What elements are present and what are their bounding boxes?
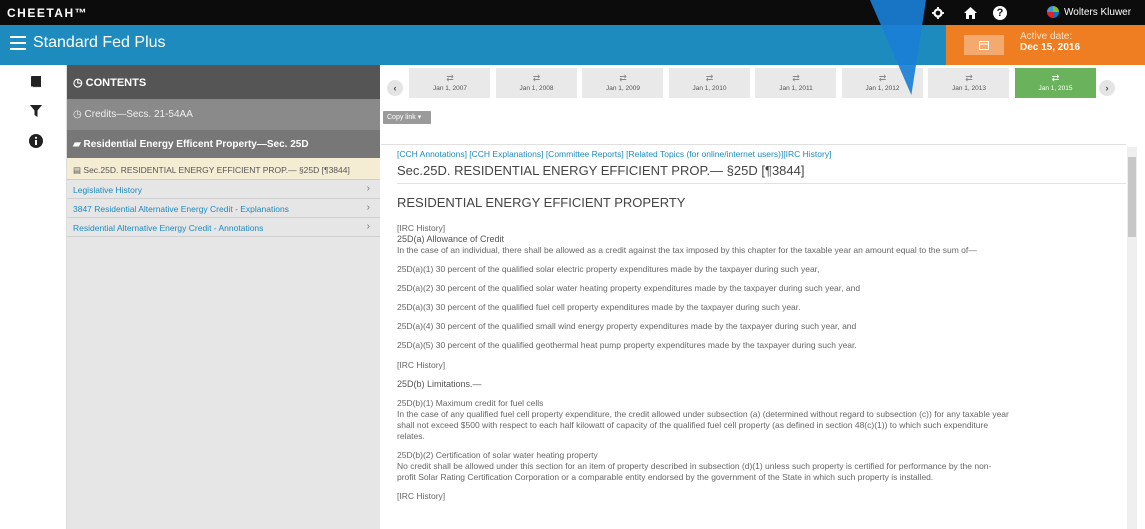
home-icon[interactable] bbox=[962, 5, 978, 21]
hamburger-menu-icon[interactable] bbox=[10, 36, 26, 50]
chevron-right-icon: › bbox=[366, 183, 370, 194]
paragraph: 25D(a)(3) 30 percent of the qualified fu… bbox=[397, 302, 801, 312]
swap-icon: ⇄ bbox=[792, 73, 800, 83]
toc-parent-label: Credits—Secs. 21-54AA bbox=[84, 109, 193, 120]
active-date-panel: Active date: Dec 15, 2016 bbox=[946, 25, 1145, 65]
paragraph: 25D(a)(2) 30 percent of the qualified so… bbox=[397, 283, 861, 293]
divider bbox=[397, 183, 1126, 184]
toc-item-label: Residential Alternative Energy Credit - … bbox=[73, 223, 264, 233]
section-title: Sec.25D. RESIDENTIAL ENERGY EFFICIENT PR… bbox=[397, 163, 805, 178]
timeline-next-button[interactable]: › bbox=[1099, 80, 1115, 96]
timeline-date-cell[interactable]: ⇄ Jan 1, 2013 bbox=[928, 68, 1010, 98]
toc-parent-item[interactable]: ◷ Credits—Secs. 21-54AA bbox=[67, 99, 380, 130]
gear-icon[interactable] bbox=[930, 5, 946, 21]
toc-current-document[interactable]: ▤ Sec.25D. RESIDENTIAL ENERGY EFFICIENT … bbox=[67, 158, 380, 180]
paragraph: shall not exceed $500 with respect to ea… bbox=[397, 420, 989, 430]
active-date-label: Active date: bbox=[1020, 31, 1073, 42]
timeline-date-cell[interactable]: ⇄ Jan 1, 2015 bbox=[1014, 68, 1097, 98]
back-circle-icon: ◷ bbox=[73, 77, 83, 89]
app-title: Standard Fed Plus bbox=[33, 34, 166, 51]
chevron-right-icon: › bbox=[366, 221, 370, 232]
toc-item-label: 3847 Residential Alternative Energy Cred… bbox=[73, 204, 289, 214]
timeline-date-label: Jan 1, 2007 bbox=[433, 85, 467, 92]
toc-item-legislative-history[interactable]: Legislative History › bbox=[67, 180, 380, 199]
swap-icon: ⇄ bbox=[619, 73, 627, 83]
user-menu[interactable]: Wolters Kluwer bbox=[1047, 6, 1131, 18]
subsection-title: 25D(b)(1) Maximum credit for fuel cells bbox=[397, 398, 544, 408]
chevron-right-icon: › bbox=[366, 202, 370, 213]
swap-icon: ⇄ bbox=[705, 73, 714, 83]
calendar-icon bbox=[979, 41, 989, 50]
toc-item-label: Legislative History bbox=[73, 185, 142, 195]
timeline-date-label: Jan 1, 2013 bbox=[952, 85, 986, 92]
back-circle-icon: ◷ bbox=[73, 109, 82, 120]
timeline-date-cell[interactable]: ⇄ Jan 1, 2011 bbox=[755, 68, 837, 98]
scrollbar-thumb[interactable] bbox=[1128, 157, 1136, 237]
swap-icon: ⇄ bbox=[1051, 73, 1060, 83]
filter-icon[interactable] bbox=[28, 103, 44, 119]
subsection-title: 25D(b)(2) Certification of solar water h… bbox=[397, 450, 598, 460]
toc-section-label: Residential Energy Efficent Property—Sec… bbox=[83, 139, 309, 150]
paragraph: 25D(a)(5) 30 percent of the qualified ge… bbox=[397, 340, 857, 350]
wolters-kluwer-logo-icon bbox=[1047, 6, 1059, 18]
version-timeline: ‹ ⇄ Jan 1, 2007 ⇄ Jan 1, 2008 ⇄ Jan 1, 2009 ⇄ J… bbox=[381, 68, 1121, 108]
paragraph: In the case of any qualified fuel cell p… bbox=[397, 409, 1009, 419]
related-links[interactable]: [CCH Annotations] [CCH Explanations] [Co… bbox=[397, 149, 831, 159]
book-icon[interactable] bbox=[28, 73, 44, 89]
active-date-value: Dec 15, 2016 bbox=[1020, 42, 1081, 53]
paragraph: 25D(a)(4) 30 percent of the qualified sm… bbox=[397, 321, 857, 331]
calendar-button[interactable] bbox=[964, 35, 1004, 55]
app-header: Standard Fed Plus Active date: Dec 15, 2… bbox=[0, 25, 1145, 65]
timeline-date-label: Jan 1, 2010 bbox=[692, 85, 727, 92]
timeline-date-label: Jan 1, 2011 bbox=[779, 85, 813, 92]
timeline-date-cell[interactable]: ⇄ Jan 1, 2008 bbox=[495, 68, 578, 98]
subsection-title: 25D(b) Limitations.— bbox=[397, 379, 482, 389]
divider bbox=[381, 144, 1126, 145]
irc-history-link[interactable]: [IRC History] bbox=[397, 360, 445, 371]
timeline-prev-button[interactable]: ‹ bbox=[387, 80, 403, 96]
toc-item-annotations[interactable]: Residential Alternative Energy Credit - … bbox=[67, 218, 380, 237]
timeline-date-label: Jan 1, 2009 bbox=[606, 85, 640, 92]
question-icon[interactable]: ? bbox=[993, 6, 1007, 20]
chevron-left-icon: ‹ bbox=[393, 83, 397, 93]
swap-icon: ⇄ bbox=[532, 73, 541, 83]
paragraph: In the case of an individual, there shal… bbox=[397, 245, 977, 255]
icon-rail bbox=[0, 65, 67, 529]
document-icon: ▤ bbox=[73, 165, 82, 175]
top-bar: CHEETAH™ ? Wolters Kluwer bbox=[0, 0, 1145, 25]
toc-item-explanations[interactable]: 3847 Residential Alternative Energy Cred… bbox=[67, 199, 380, 218]
timeline-date-cell[interactable]: ⇄ Jan 1, 2007 bbox=[409, 68, 491, 98]
info-icon[interactable] bbox=[28, 133, 44, 149]
copy-link-button[interactable]: Copy link ▾ bbox=[383, 111, 431, 124]
irc-history-link[interactable]: [IRC History] bbox=[397, 223, 445, 234]
paragraph: relates. bbox=[397, 431, 425, 441]
paragraph: 25D(a)(1) 30 percent of the qualified so… bbox=[397, 264, 820, 274]
app-brand: CHEETAH™ bbox=[7, 6, 89, 20]
publisher-name: Wolters Kluwer bbox=[1064, 6, 1132, 18]
timeline-date-label: Jan 1, 2008 bbox=[519, 85, 554, 92]
paragraph: profit Solar Rating Certification Corpor… bbox=[397, 472, 934, 482]
irc-history-link[interactable]: [IRC History] bbox=[397, 491, 445, 502]
swap-icon: ⇄ bbox=[965, 73, 973, 83]
document-view: [CCH Annotations] [CCH Explanations] [Co… bbox=[381, 130, 1126, 529]
document-scrollbar[interactable] bbox=[1127, 147, 1137, 529]
timeline-date-cell[interactable]: ⇄ Jan 1, 2010 bbox=[668, 68, 751, 98]
book-open-icon: ▰ bbox=[73, 139, 81, 150]
subsection-title: 25D(a) Allowance of Credit bbox=[397, 234, 505, 244]
toc-section-item[interactable]: ▰ Residential Energy Efficent Property—S… bbox=[67, 130, 380, 158]
paragraph: No credit shall be allowed under this se… bbox=[397, 461, 992, 471]
timeline-date-label: Jan 1, 2015 bbox=[1038, 85, 1073, 92]
chevron-right-icon: › bbox=[1105, 83, 1109, 93]
table-of-contents: ◷ CONTENTS ◷ Credits—Secs. 21-54AA ▰ Res… bbox=[67, 65, 380, 529]
toc-current-label: Sec.25D. RESIDENTIAL ENERGY EFFICIENT PR… bbox=[83, 165, 350, 175]
swap-icon: ⇄ bbox=[446, 73, 454, 83]
toc-contents-header[interactable]: ◷ CONTENTS bbox=[67, 65, 380, 99]
document-heading: RESIDENTIAL ENERGY EFFICIENT PROPERTY bbox=[397, 195, 686, 210]
timeline-date-cell[interactable]: ⇄ Jan 1, 2009 bbox=[582, 68, 664, 98]
toc-contents-label: CONTENTS bbox=[85, 77, 147, 89]
